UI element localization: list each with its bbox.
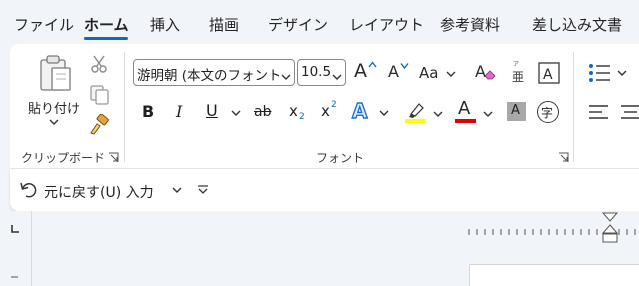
tab-layout[interactable]: レイアウト: [349, 14, 424, 35]
paste-icon[interactable]: [38, 54, 78, 94]
font-name-value: 游明朝 (本文のフォント: [137, 68, 282, 84]
svg-text:A: A: [475, 62, 486, 81]
tab-mailings[interactable]: 差し込み文書: [532, 14, 622, 35]
clipboard-dialog-launcher-icon[interactable]: [108, 152, 119, 163]
ribbon-tab-bar: ファイル ホーム 挿入 描画 デザイン レイアウト 参考資料 差し込み文書: [0, 0, 639, 44]
svg-text:A: A: [543, 67, 553, 83]
text-effects-chevron-icon[interactable]: [379, 109, 389, 117]
highlighter-icon: [405, 103, 426, 123]
customize-qat-icon[interactable]: [197, 184, 209, 194]
font-size-chevron-icon[interactable]: [330, 69, 342, 85]
tab-references[interactable]: 参考資料: [440, 14, 500, 35]
character-border-icon[interactable]: A: [537, 61, 561, 85]
shrink-arrow-icon: [400, 63, 409, 69]
superscript-glyph: x: [321, 102, 330, 120]
subscript-button[interactable]: x 2: [289, 102, 309, 124]
change-case-glyph: Aa: [419, 64, 439, 82]
tab-stop-selector-icon[interactable]: [10, 224, 20, 234]
superscript-index: 2: [331, 100, 337, 110]
highlight-color-button[interactable]: [404, 100, 444, 126]
clipboard-group-label: クリップボード: [21, 151, 106, 165]
tab-insert[interactable]: 挿入: [150, 14, 180, 35]
document-page[interactable]: [469, 264, 639, 286]
indent-marker-icon[interactable]: [601, 212, 619, 244]
font-color-chevron-icon[interactable]: [483, 110, 493, 118]
bullets-chevron-icon[interactable]: [617, 69, 627, 77]
superscript-button[interactable]: x 2: [321, 100, 341, 124]
group-separator: [573, 52, 574, 162]
change-case-button[interactable]: Aa: [418, 61, 458, 85]
shrink-font-glyph: A: [388, 62, 399, 81]
enclose-characters-glyph: 字: [541, 106, 554, 120]
character-shading-button[interactable]: A: [507, 102, 526, 121]
copy-icon[interactable]: [89, 84, 111, 106]
tab-home[interactable]: ホーム: [84, 14, 129, 35]
highlight-chevron-icon[interactable]: [433, 110, 443, 118]
cut-icon[interactable]: [89, 54, 109, 74]
paste-options-chevron-icon[interactable]: [49, 118, 59, 126]
phonetic-guide-button[interactable]: ア 亜: [507, 60, 531, 86]
bullets-icon[interactable]: [588, 62, 612, 84]
grow-font-glyph: A: [354, 60, 367, 82]
text-effects-glyph: A: [351, 98, 368, 123]
italic-button[interactable]: I: [176, 102, 182, 121]
undo-button-label[interactable]: 元に戻す(U) 入力: [44, 182, 154, 202]
enclose-characters-button[interactable]: 字: [537, 101, 559, 123]
underline-chevron-icon[interactable]: [231, 109, 241, 117]
font-color-swatch: [455, 119, 476, 123]
vertical-ruler-tick-icon: [11, 275, 19, 279]
font-size-combobox[interactable]: 10.5: [297, 59, 346, 86]
change-case-chevron-icon[interactable]: [446, 70, 456, 78]
clear-formatting-icon[interactable]: A: [473, 60, 497, 84]
tab-file[interactable]: ファイル: [14, 14, 74, 35]
font-group-label: フォント: [316, 151, 365, 165]
shrink-font-button[interactable]: A: [386, 59, 410, 85]
text-effects-button[interactable]: A: [351, 98, 392, 125]
phonetic-guide-glyph: 亜: [512, 70, 525, 84]
subscript-glyph: x: [289, 102, 298, 120]
tab-design[interactable]: デザイン: [268, 14, 328, 35]
undo-history-chevron-icon[interactable]: [172, 186, 182, 194]
font-name-chevron-icon[interactable]: [279, 69, 291, 85]
font-color-glyph: A: [458, 98, 471, 119]
paste-button-label[interactable]: 貼り付け: [28, 98, 80, 117]
horizontal-ruler[interactable]: [32, 222, 639, 242]
font-name-combobox[interactable]: 游明朝 (本文のフォント: [133, 59, 295, 86]
bold-button[interactable]: B: [142, 102, 154, 121]
active-tab-indicator: [84, 37, 128, 40]
grow-arrow-icon: [368, 61, 377, 68]
tab-draw[interactable]: 描画: [209, 14, 239, 35]
align-left-icon[interactable]: [588, 103, 610, 121]
strikethrough-button[interactable]: ab: [254, 104, 271, 120]
ruler-ticks-icon: [468, 229, 636, 235]
grow-font-button[interactable]: A: [354, 59, 378, 85]
format-painter-icon[interactable]: [88, 114, 110, 136]
font-color-button[interactable]: A: [455, 98, 495, 126]
undo-icon[interactable]: [19, 180, 39, 200]
subscript-index: 2: [299, 112, 305, 122]
font-size-value: 10.5: [301, 64, 332, 80]
character-shading-glyph: A: [511, 103, 520, 118]
font-dialog-launcher-icon[interactable]: [558, 152, 569, 163]
underline-button[interactable]: U: [206, 101, 218, 120]
align-center-icon[interactable]: [620, 103, 639, 121]
group-separator: [124, 52, 125, 162]
svg-text:ア: ア: [513, 61, 519, 66]
phonetic-ruby-icon: ア: [513, 61, 519, 66]
